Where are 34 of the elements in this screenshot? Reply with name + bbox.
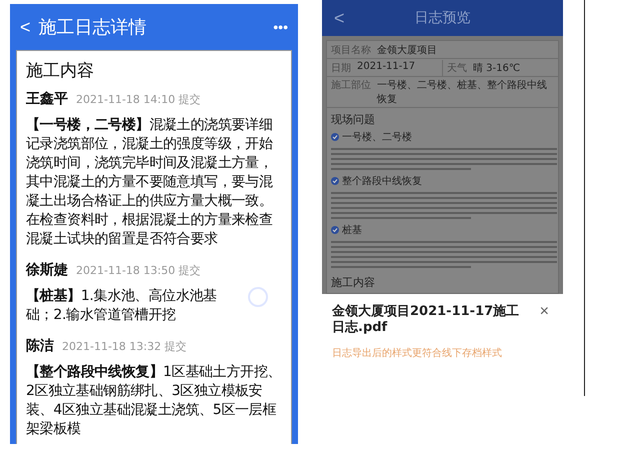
check-circle-icon [331, 133, 339, 141]
author-name: 陈洁 [26, 337, 54, 355]
issue-title: 整个路段中线恢复 [342, 174, 422, 188]
log-text: 【整个路段中线恢复】1区基础土方开挖、2区独立基础钢筋绑扎、3区独立模板安装、4区独立基础混凝土浇筑、5区一层框架梁板模 [26, 364, 282, 437]
close-button[interactable]: × [536, 304, 553, 320]
file-name: 金领大厦项目2021-11-17施工日志.pdf [332, 304, 520, 336]
issue-title: 一号楼、二号楼 [342, 130, 412, 144]
back-button[interactable]: < [20, 16, 31, 38]
section-heading: 现场问题 [330, 112, 376, 128]
author-name: 徐斯婕 [26, 261, 68, 279]
screen-title: 日志预览 [414, 9, 470, 27]
section-heading: 施工内容 [330, 275, 376, 291]
field-label: 天气 [447, 62, 467, 74]
section-title: 施工内容 [26, 60, 95, 82]
field-label: 日期 [331, 62, 351, 74]
back-button[interactable]: < [334, 8, 345, 28]
field-value: 一号楼、二号楼、桩基、整个路段中线恢复 [377, 78, 548, 106]
issue-title: 桩基 [342, 224, 362, 237]
log-text: 【一号楼，二号楼】混凝土的浇筑要详细记录浇筑部位，混凝土的强度等级，开始浇筑时间，浇筑完毕时间及混凝土方量，其中混凝土的方量不要随意填写，要与混凝土出场合格证上的供应方量大概一致。在检查资料时，根据混凝土的方量来检查混凝土试块的留置是否符合要求 [26, 117, 273, 247]
check-circle-icon [331, 177, 339, 185]
submit-time: 2021-11-18 14:10 提交 [76, 92, 201, 107]
log-text: 【桩基】1.集水池、高位水池基础；2.输水管道管槽开挖 [26, 288, 217, 323]
field-value: 晴 3-16℃ [473, 62, 520, 74]
field-label: 施工部位 [331, 78, 371, 93]
screen-title: 施工日志详情 [38, 16, 147, 39]
field-value: 金领大厦项目 [377, 44, 437, 56]
check-circle-icon [331, 226, 339, 234]
hint-text: 日志导出后的样式更符合线下存档样式 [332, 346, 503, 360]
submit-time: 2021-11-18 13:32 提交 [62, 339, 187, 354]
submit-time: 2021-11-18 13:50 提交 [76, 263, 201, 278]
more-button[interactable]: ••• [273, 19, 288, 35]
field-label: 项目名称 [331, 44, 371, 56]
author-name: 王鑫平 [26, 90, 68, 108]
field-value: 2021-11-17 [357, 60, 416, 74]
